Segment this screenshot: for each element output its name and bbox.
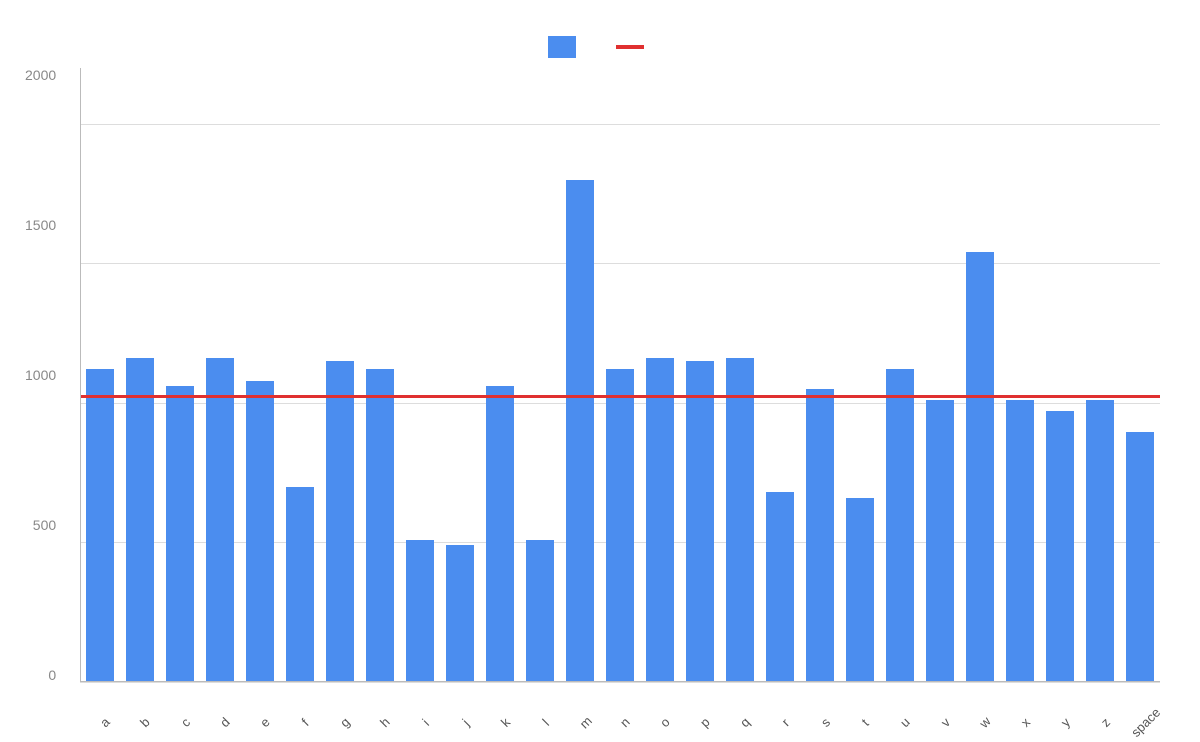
bar-group: x xyxy=(1000,68,1040,682)
bar xyxy=(1086,400,1114,682)
y-label: 0 xyxy=(48,668,56,682)
bar-group: w xyxy=(960,68,1000,682)
bar-group: b xyxy=(120,68,160,682)
y-label: 1500 xyxy=(25,218,56,232)
bar xyxy=(366,369,394,682)
x-label: i xyxy=(419,716,432,729)
y-label: 500 xyxy=(33,518,56,532)
bar-group: n xyxy=(600,68,640,682)
grid-line xyxy=(80,682,1160,683)
bar xyxy=(486,386,514,682)
bar-group: m xyxy=(560,68,600,682)
x-label: r xyxy=(778,715,792,729)
bar xyxy=(166,386,194,682)
bar xyxy=(286,487,314,682)
bar xyxy=(326,361,354,682)
bar-group: o xyxy=(640,68,680,682)
average-line xyxy=(80,395,1160,398)
x-label: h xyxy=(377,714,393,730)
y-label: 2000 xyxy=(25,68,56,82)
bar-group: e xyxy=(240,68,280,682)
bar xyxy=(966,252,994,682)
bar-group: d xyxy=(200,68,240,682)
bar-group: k xyxy=(480,68,520,682)
y-labels: 2000 1500 1000 500 0 xyxy=(25,68,56,682)
x-label: f xyxy=(299,716,312,729)
x-label: a xyxy=(97,714,113,730)
x-label: w xyxy=(977,714,994,731)
bar-legend-icon xyxy=(548,36,576,58)
bar xyxy=(1006,400,1034,682)
x-label: j xyxy=(459,716,472,729)
x-label: v xyxy=(938,715,953,730)
bar xyxy=(926,400,954,682)
bar-group: z xyxy=(1080,68,1120,682)
bar-group: g xyxy=(320,68,360,682)
legend-line-item xyxy=(616,45,652,49)
x-label: x xyxy=(1018,715,1033,730)
line-legend-icon xyxy=(616,45,644,49)
bar xyxy=(246,381,274,682)
bar-group: y xyxy=(1040,68,1080,682)
bar xyxy=(806,389,834,682)
x-label: space xyxy=(1128,705,1163,740)
bar xyxy=(126,358,154,682)
x-label: p xyxy=(697,714,713,730)
x-label: k xyxy=(498,715,513,730)
x-label: q xyxy=(737,714,753,730)
bar-group: u xyxy=(880,68,920,682)
bar xyxy=(86,369,114,682)
bar xyxy=(606,369,634,682)
legend-bar-item xyxy=(548,36,584,58)
x-label: z xyxy=(1098,715,1113,730)
bars-container: abcdefghijklmnopqrstuvwxyzspace xyxy=(80,68,1160,682)
bar xyxy=(686,361,714,682)
left-axis xyxy=(80,68,81,682)
bar-group: s xyxy=(800,68,840,682)
bar xyxy=(726,358,754,682)
chart-legend xyxy=(548,36,652,58)
bar-group: f xyxy=(280,68,320,682)
bar-group: j xyxy=(440,68,480,682)
chart-area: 2000150010005000 abcdefghijklmnopqrstuvw… xyxy=(20,68,1180,742)
y-label: 1000 xyxy=(25,368,56,382)
bar-group: v xyxy=(920,68,960,682)
chart-inner: 2000150010005000 abcdefghijklmnopqrstuvw… xyxy=(80,68,1160,682)
bar-group: i xyxy=(400,68,440,682)
x-label: u xyxy=(897,714,913,730)
bottom-axis xyxy=(80,681,1160,682)
x-label: d xyxy=(217,714,233,730)
bar-group: a xyxy=(80,68,120,682)
bar-group: p xyxy=(680,68,720,682)
bar-group: l xyxy=(520,68,560,682)
x-label: c xyxy=(178,715,193,730)
bar xyxy=(766,492,794,682)
bar-group: h xyxy=(360,68,400,682)
bar xyxy=(846,498,874,682)
bar-group: c xyxy=(160,68,200,682)
x-label: n xyxy=(617,714,633,730)
x-label: b xyxy=(137,714,153,730)
bar xyxy=(886,369,914,682)
x-label: m xyxy=(576,713,594,731)
bar-group: r xyxy=(760,68,800,682)
x-label: t xyxy=(859,716,872,729)
bar-group: t xyxy=(840,68,880,682)
bar xyxy=(526,540,554,682)
x-label: o xyxy=(657,714,673,730)
x-label: g xyxy=(337,714,353,730)
x-label: l xyxy=(539,716,552,729)
bar xyxy=(566,180,594,682)
bar-group: space xyxy=(1120,68,1160,682)
x-label: s xyxy=(818,715,833,730)
bar xyxy=(406,540,434,682)
bar-group: q xyxy=(720,68,760,682)
x-label: e xyxy=(257,714,273,730)
bar xyxy=(1046,411,1074,682)
bar xyxy=(646,358,674,682)
bar xyxy=(206,358,234,682)
x-label: y xyxy=(1058,715,1073,730)
bar xyxy=(446,545,474,682)
bar xyxy=(1126,432,1154,682)
